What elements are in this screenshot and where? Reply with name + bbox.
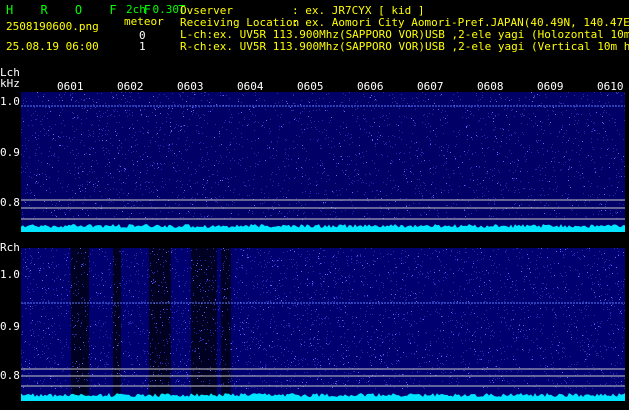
meteor-label: meteor [124, 15, 164, 28]
rch-tick-2: 0.9 [0, 320, 20, 333]
location-value: : ex. Aomori City Aomori-Pref.JAPAN(40.4… [292, 16, 629, 29]
lch-description: L-ch:ex. UV5R 113.900Mhz(SAPPORO VOR)USB… [180, 29, 629, 41]
lch-tick-1: 1.0 [0, 95, 20, 108]
filename: 2508190600.png [6, 20, 99, 33]
meteor-count-rch: 1 [139, 40, 146, 53]
timestamp: 25.08.19 06:00 [6, 40, 99, 53]
rch-tick-1: 1.0 [0, 268, 20, 281]
khz-label: kHz [0, 77, 20, 90]
lch-spectrogram [21, 92, 625, 232]
rch-tick-3: 0.8 [0, 369, 20, 382]
rch-spectrogram [21, 248, 625, 401]
rch-description: R-ch:ex. UV5R 113.900Mhz(SAPPORO VOR)USB… [180, 41, 629, 53]
rch-label: Rch [0, 241, 20, 254]
lch-tick-2: 0.9 [0, 146, 20, 159]
lch-tick-3: 0.8 [0, 196, 20, 209]
location-label: Receiving Location [180, 16, 300, 29]
